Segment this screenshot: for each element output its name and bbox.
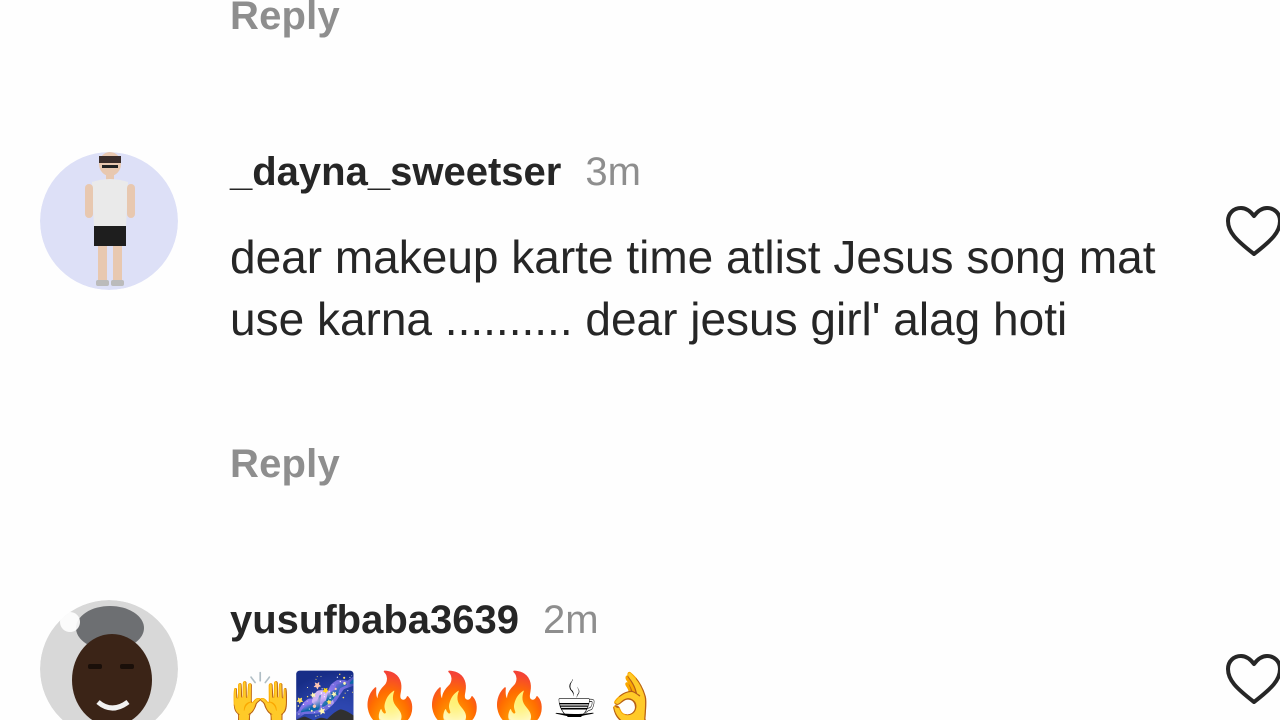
avatar[interactable] <box>40 600 178 720</box>
avatar-image <box>40 600 178 720</box>
username[interactable]: yusufbaba3639 <box>230 598 519 642</box>
comment-header: yusufbaba3639 2m <box>230 598 599 643</box>
reply-button[interactable]: Reply <box>230 0 340 39</box>
comment-header: _dayna_sweetser 3m <box>230 150 641 195</box>
comments-list: Reply _dayna_sweetser 3m dear makeup kar… <box>0 0 1280 720</box>
like-heart-icon[interactable] <box>1224 652 1280 713</box>
timestamp: 2m <box>543 598 599 642</box>
comment-text: 🙌🌌🔥🔥🔥☕👌 <box>228 670 664 720</box>
comment-text: dear makeup karte time atlist Jesus song… <box>230 231 1156 345</box>
avatar-image <box>40 152 178 290</box>
avatar[interactable] <box>40 152 178 290</box>
timestamp: 3m <box>585 150 641 194</box>
like-heart-icon[interactable] <box>1224 204 1280 265</box>
username[interactable]: _dayna_sweetser <box>230 150 561 194</box>
reply-button[interactable]: Reply <box>230 442 340 487</box>
